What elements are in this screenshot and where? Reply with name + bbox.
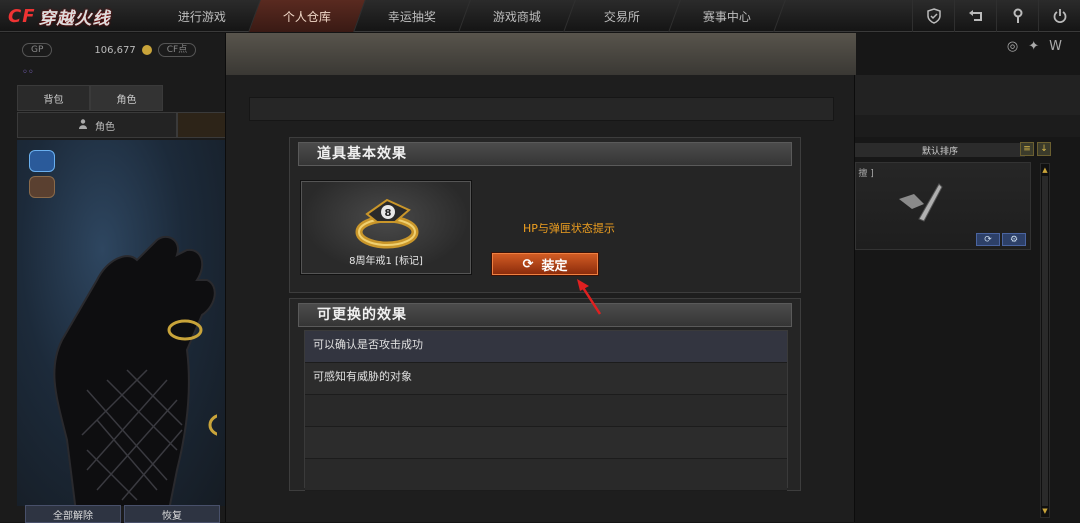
nav-lottery[interactable]: 幸运抽奖	[354, 0, 471, 32]
effect-row[interactable]	[305, 427, 787, 459]
top-icons	[912, 0, 1080, 32]
main-nav: 进行游戏 个人仓库 幸运抽奖 游戏商城 交易所 赛事中心	[144, 0, 786, 32]
nav-shop[interactable]: 游戏商城	[459, 0, 576, 32]
ring-icon: 8	[355, 198, 419, 249]
top-bar: CF 穿越火线 进行游戏 个人仓库 幸运抽奖 游戏商城 交易所 赛事中心	[0, 0, 1080, 32]
right-strip	[855, 75, 1080, 115]
item-name: 8周年戒1 [标记]	[349, 256, 423, 267]
slot-icon-2[interactable]	[29, 176, 55, 198]
section-title: 可更换的效果	[298, 303, 792, 327]
effect-dialog: 道具基本效果 8 8周年戒1 [标记] HP与弹匣状态提示 ⟳ 装定 可更换的效…	[225, 33, 856, 522]
right-icons: ◎ ✦ W	[1007, 39, 1062, 54]
nav-play[interactable]: 进行游戏	[144, 0, 261, 32]
sidebar-tabs: 背包 角色	[17, 85, 163, 111]
basic-effect-section: 道具基本效果 8 8周年戒1 [标记] HP与弹匣状态提示 ⟳ 装定	[289, 137, 801, 293]
game-logo: CF 穿越火线	[8, 2, 138, 30]
effect-list: 可以确认是否攻击成功 可感知有威胁的对象	[304, 330, 788, 491]
refresh-icon: ⟳	[522, 256, 534, 272]
back-icon[interactable]	[954, 0, 996, 32]
subtab-secondary[interactable]	[177, 112, 230, 138]
annotation-arrow-icon	[577, 279, 602, 315]
dialog-subbar	[249, 97, 834, 121]
nav-label: 游戏商城	[492, 9, 541, 24]
refresh-icon[interactable]: ⟳	[976, 233, 1000, 246]
globe-icon[interactable]: ◎	[1007, 39, 1018, 54]
person-icon	[79, 118, 87, 132]
tab-backpack[interactable]: 背包	[17, 85, 90, 111]
shield-icon[interactable]	[912, 0, 954, 32]
effect-row[interactable]: 可感知有威胁的对象	[305, 363, 787, 395]
item-slot[interactable]: 8 8周年戒1 [标记]	[300, 180, 472, 275]
replaceable-effect-section: 可更换的效果 可以确认是否攻击成功 可感知有威胁的对象	[289, 298, 801, 491]
equip-label: 装定	[541, 258, 568, 274]
effect-row[interactable]: 可以确认是否攻击成功	[305, 331, 787, 363]
weapon-icon[interactable]: W	[1049, 39, 1062, 54]
gp-value: 106,677	[94, 44, 136, 56]
subtab-row: 角色	[17, 112, 230, 138]
sort-dropdown[interactable]: 默认排序	[855, 143, 1025, 157]
cf-label: CF点	[157, 43, 197, 57]
wrench-icon[interactable]	[996, 0, 1038, 32]
effect-row[interactable]	[305, 395, 787, 427]
coin-icon	[141, 45, 152, 55]
link-icon[interactable]: ◦◦	[22, 67, 34, 78]
nav-label: 个人仓库	[282, 9, 331, 24]
scrollbar[interactable]: ▲ ▼	[1040, 163, 1050, 518]
scroll-thumb[interactable]	[1042, 176, 1048, 506]
tag-icon[interactable]: ✦	[1028, 39, 1039, 54]
sort-order-icon[interactable]: ↓	[1037, 142, 1051, 156]
nav-label: 赛事中心	[702, 9, 751, 24]
unequip-all-button[interactable]: 全部解除	[25, 505, 121, 523]
effect-hint: HP与弹匣状态提示	[523, 222, 615, 235]
glove-image	[53, 235, 217, 506]
nav-events[interactable]: 赛事中心	[669, 0, 786, 32]
nav-label: 交易所	[603, 9, 640, 24]
right-strip-2	[855, 115, 1080, 137]
currency-bar: GP 106,677 CF点	[22, 43, 197, 57]
svg-text:8: 8	[385, 208, 392, 219]
slot-icon-1[interactable]	[29, 150, 55, 172]
logo-text: 穿越火线	[38, 8, 111, 29]
nav-warehouse[interactable]: 个人仓库	[249, 0, 366, 32]
subtab-label: 角色	[95, 121, 115, 133]
settings-icon[interactable]: ⚙	[1002, 233, 1026, 246]
scroll-up-icon[interactable]: ▲	[1041, 165, 1049, 175]
tab-character[interactable]: 角色	[90, 85, 163, 111]
right-pane: ◎ ✦ W 默认排序 ≡ ↓ [ 擅 ] ⟳ ⚙ ▲ ▼	[852, 33, 1080, 522]
gp-label: GP	[22, 43, 53, 57]
card-buttons: ⟳ ⚙	[976, 233, 1026, 246]
item-card[interactable]: [ 擅 ] ⟳ ⚙	[852, 162, 1031, 250]
nav-trade[interactable]: 交易所	[564, 0, 681, 32]
nav-label: 幸运抽奖	[387, 9, 436, 24]
sidebar-bottom-buttons: 全部解除 恢复	[25, 505, 220, 523]
scroll-down-icon[interactable]: ▼	[1041, 506, 1049, 516]
power-icon[interactable]	[1038, 0, 1080, 32]
subtab-character[interactable]: 角色	[17, 112, 177, 138]
effect-row[interactable]	[305, 459, 787, 491]
restore-button[interactable]: 恢复	[124, 505, 220, 523]
nav-label: 进行游戏	[177, 9, 226, 24]
card-tag: [ 擅 ]	[852, 169, 874, 179]
section-title: 道具基本效果	[298, 142, 792, 166]
weapon-image	[899, 183, 943, 222]
logo-cf: CF	[8, 5, 36, 27]
equip-button[interactable]: ⟳ 装定	[492, 253, 598, 275]
dialog-header	[226, 33, 856, 75]
list-view-icon[interactable]: ≡	[1020, 142, 1034, 156]
left-sidebar: GP 106,677 CF点 ◦◦ 背包 角色 角色 全部解除 恢复	[0, 33, 230, 523]
character-preview	[17, 140, 230, 506]
